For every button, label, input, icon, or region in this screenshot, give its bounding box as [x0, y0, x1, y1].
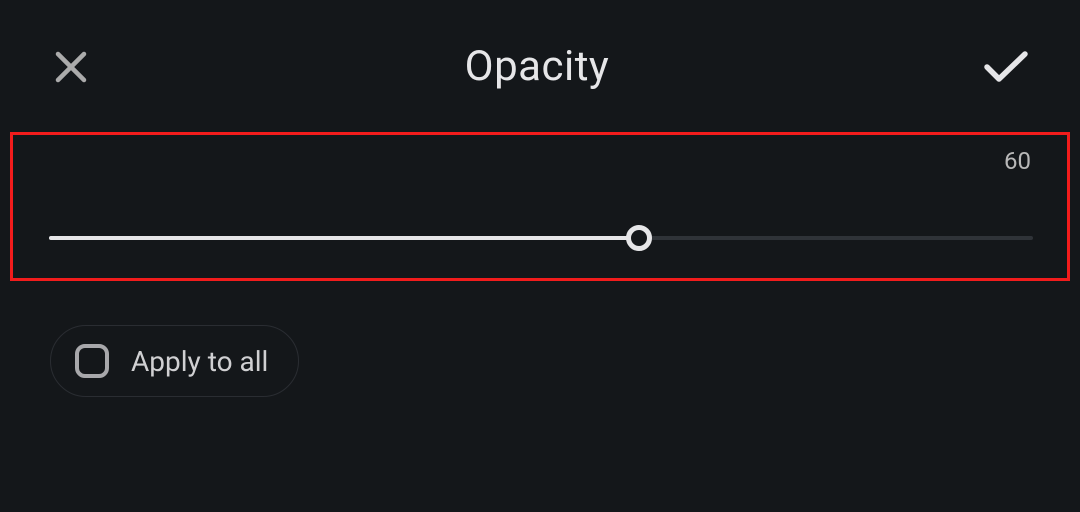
header-bar: Opacity — [0, 0, 1080, 121]
close-button[interactable] — [50, 46, 92, 88]
confirm-button[interactable] — [982, 43, 1030, 91]
apply-to-all-label: Apply to all — [131, 345, 268, 378]
slider-fill — [49, 236, 639, 240]
apply-to-all-checkbox[interactable] — [75, 344, 109, 378]
check-icon — [983, 49, 1029, 85]
close-icon — [53, 49, 89, 85]
apply-to-all-button[interactable]: Apply to all — [50, 325, 299, 397]
slider-thumb[interactable] — [626, 225, 652, 251]
opacity-slider-region: 60 — [10, 132, 1070, 281]
apply-section: Apply to all — [50, 325, 299, 397]
slider-value-label: 60 — [1004, 147, 1031, 175]
page-title: Opacity — [465, 42, 610, 91]
opacity-slider[interactable] — [49, 223, 1033, 253]
